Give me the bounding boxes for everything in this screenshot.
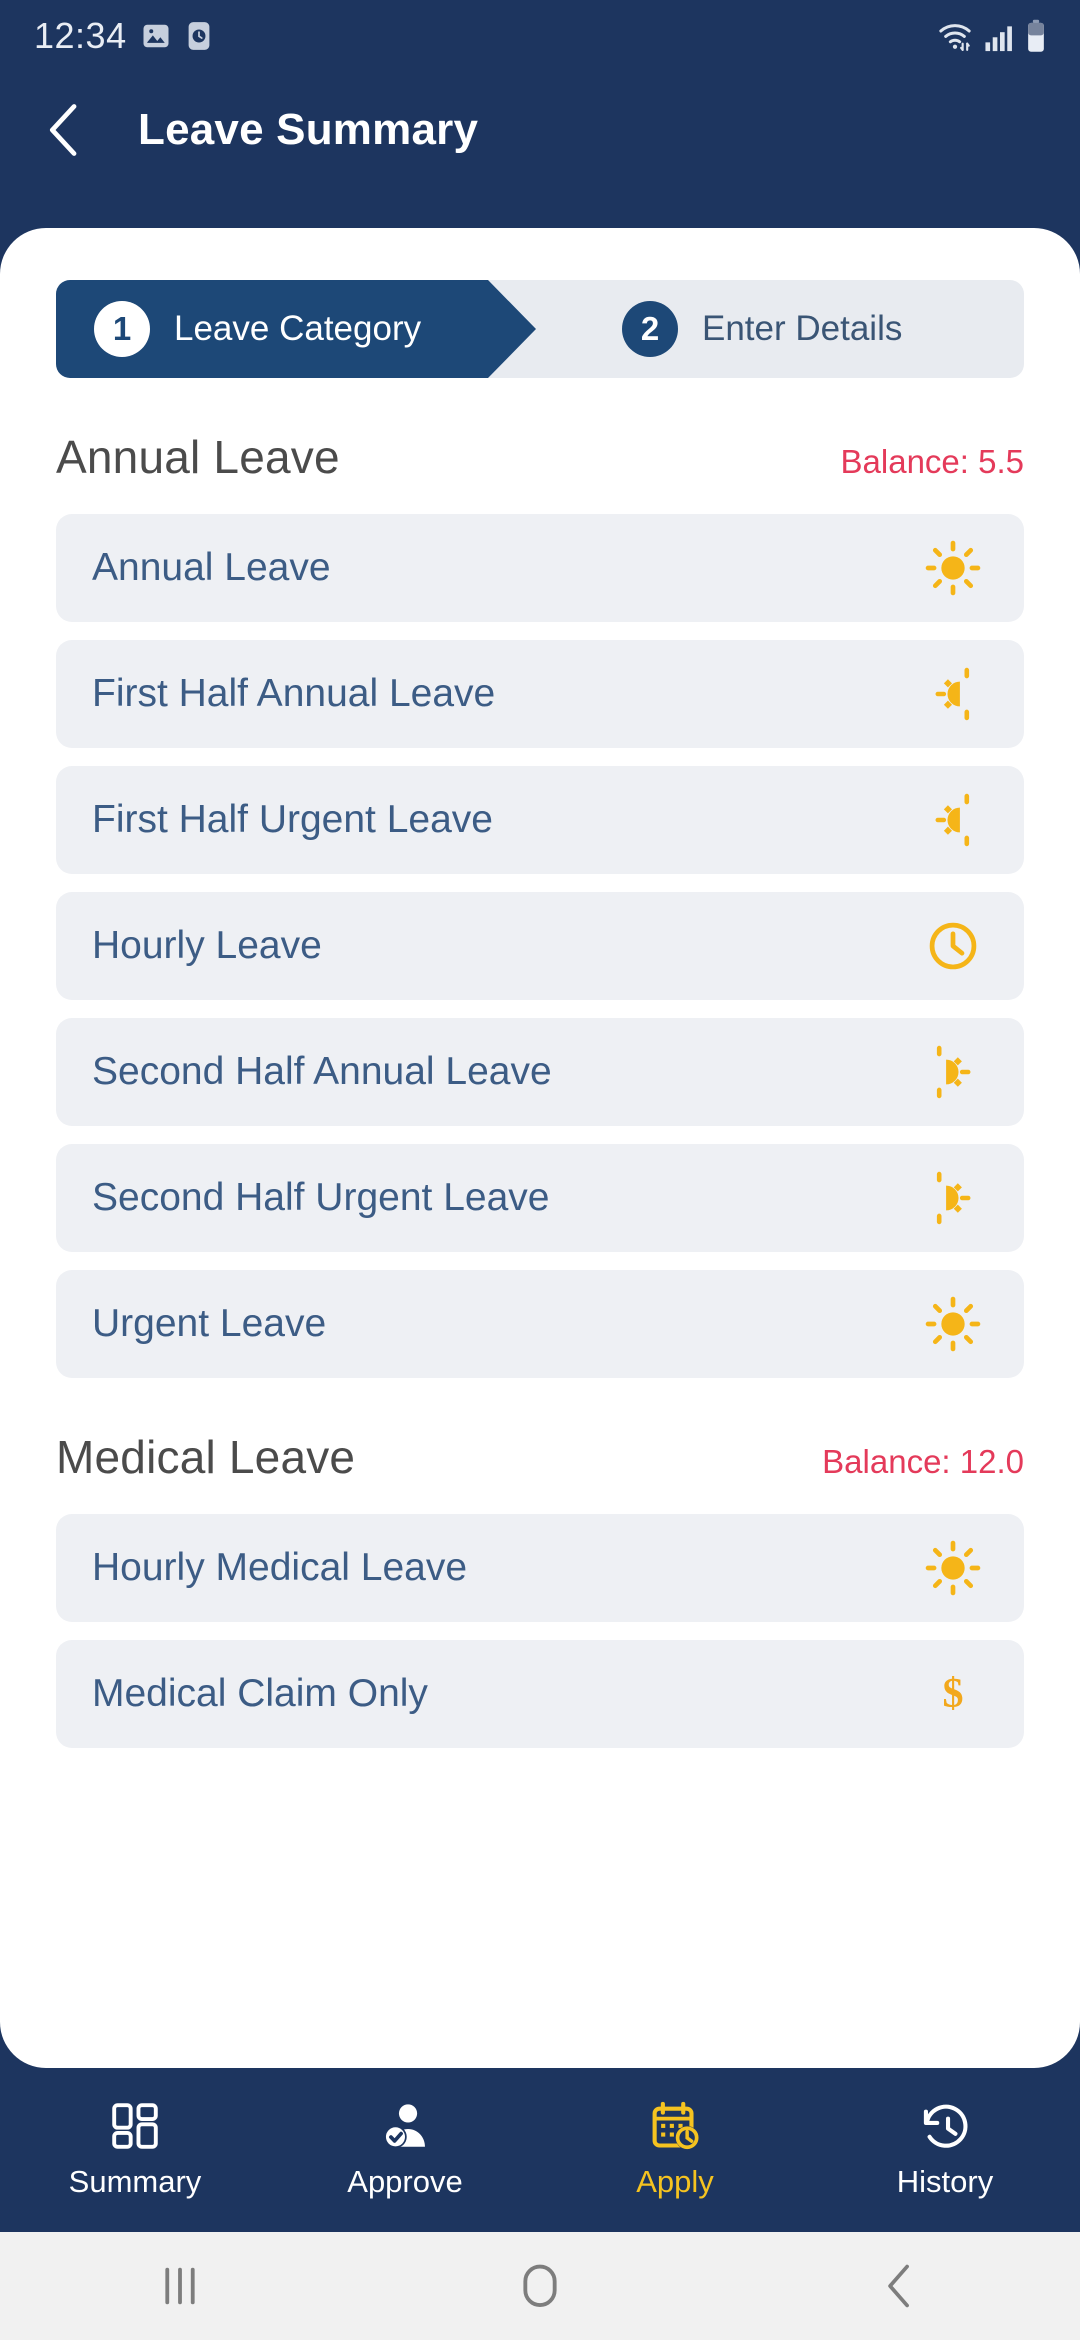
recents-button[interactable] [0, 2264, 360, 2308]
leave-type-label: Second Half Annual Leave [92, 1050, 552, 1093]
group-title: Medical Leave [56, 1431, 356, 1483]
list-item[interactable]: First Half Urgent Leave [56, 766, 1024, 874]
sun-full-icon [922, 1293, 984, 1355]
content-card: 1 Leave Category 2 Enter Details Annual … [0, 228, 1080, 2068]
nav-label: Apply [636, 2164, 714, 2199]
wizard-stepper: 1 Leave Category 2 Enter Details [56, 280, 1024, 378]
android-system-bar [0, 2232, 1080, 2340]
step-1-badge: 1 [94, 301, 150, 357]
recents-icon [165, 2267, 195, 2305]
step-2-badge: 2 [622, 301, 678, 357]
back-icon [888, 2264, 909, 2308]
back-button-system[interactable] [720, 2263, 1080, 2309]
nav-label: Approve [347, 2164, 463, 2199]
home-icon [523, 2264, 557, 2307]
leave-type-label: Hourly Medical Leave [92, 1546, 468, 1589]
list-item[interactable]: Medical Claim Only $ [56, 1640, 1024, 1748]
nav-item-approve[interactable]: Approve [270, 2100, 540, 2200]
sun-full-icon [922, 537, 984, 599]
status-bar-clock: 12:34 [34, 15, 127, 56]
group-title: Annual Leave [56, 431, 340, 483]
sun-first-half-icon [922, 789, 984, 851]
dashboard-grid-icon [112, 2103, 158, 2149]
wifi-icon [939, 24, 971, 51]
group-balance: Balance: 5.5 [840, 443, 1024, 480]
leave-type-label: Medical Claim Only [92, 1672, 428, 1715]
list-item[interactable]: Hourly Medical Leave [56, 1514, 1024, 1622]
sun-full-icon [922, 1537, 984, 1599]
leave-type-label: Urgent Leave [92, 1302, 327, 1345]
step-2-label: Enter Details [702, 309, 903, 348]
tab-enter-details[interactable]: 2 Enter Details [536, 280, 902, 378]
group-header-annual-leave: Annual Leave Balance: 5.5 [56, 430, 1024, 484]
list-item[interactable]: Annual Leave [56, 514, 1024, 622]
nav-item-history[interactable]: History [810, 2100, 1080, 2200]
list-item[interactable]: Second Half Annual Leave [56, 1018, 1024, 1126]
leave-type-label: First Half Annual Leave [92, 672, 496, 715]
list-item[interactable]: First Half Annual Leave [56, 640, 1024, 748]
dollar-icon: $ [922, 1663, 984, 1725]
bottom-navigation: Summary Approve Apply History [0, 2068, 1080, 2232]
leave-type-label: Annual Leave [92, 546, 331, 589]
sun-second-half-icon [922, 1167, 984, 1229]
sun-second-half-icon [922, 1041, 984, 1103]
user-check-icon [384, 2104, 425, 2149]
leave-type-label: Hourly Leave [92, 924, 322, 967]
nav-item-apply[interactable]: Apply [540, 2100, 810, 2200]
battery-icon [1028, 19, 1044, 52]
nav-item-summary[interactable]: Summary [0, 2100, 270, 2200]
status-bar-right [936, 19, 1046, 53]
step-1-label: Leave Category [174, 309, 422, 348]
clock-icon [922, 915, 984, 977]
nav-label: Summary [68, 2164, 202, 2199]
home-button[interactable] [360, 2262, 720, 2310]
dollar-glyph: $ [942, 1671, 964, 1717]
cellular-signal-icon [985, 26, 1012, 52]
app-bar: Leave Summary [0, 72, 1080, 188]
list-item[interactable]: Urgent Leave [56, 1270, 1024, 1378]
back-button[interactable] [30, 95, 100, 165]
page-title: Leave Summary [138, 105, 479, 154]
status-bar: 12:34 [0, 0, 1080, 72]
nav-label: History [896, 2164, 994, 2199]
group-balance: Balance: 12.0 [822, 1443, 1024, 1480]
tab-leave-category[interactable]: 1 Leave Category [56, 280, 536, 378]
sun-first-half-icon [922, 663, 984, 725]
group-header-medical-leave: Medical Leave Balance: 12.0 [56, 1430, 1024, 1484]
phone-screen: 12:34 Leave Summary 1 Leave Category 2 E… [0, 0, 1080, 2340]
calendar-clock-icon [652, 2101, 699, 2150]
leave-type-label: Second Half Urgent Leave [92, 1176, 550, 1219]
clock-widget-icon [188, 22, 209, 50]
clock-history-icon [923, 2104, 968, 2148]
image-icon [143, 24, 169, 48]
chevron-left-icon [49, 104, 77, 156]
leave-type-label: First Half Urgent Leave [92, 798, 493, 841]
list-item[interactable]: Second Half Urgent Leave [56, 1144, 1024, 1252]
list-item[interactable]: Hourly Leave [56, 892, 1024, 1000]
status-bar-left: 12:34 [34, 15, 213, 57]
